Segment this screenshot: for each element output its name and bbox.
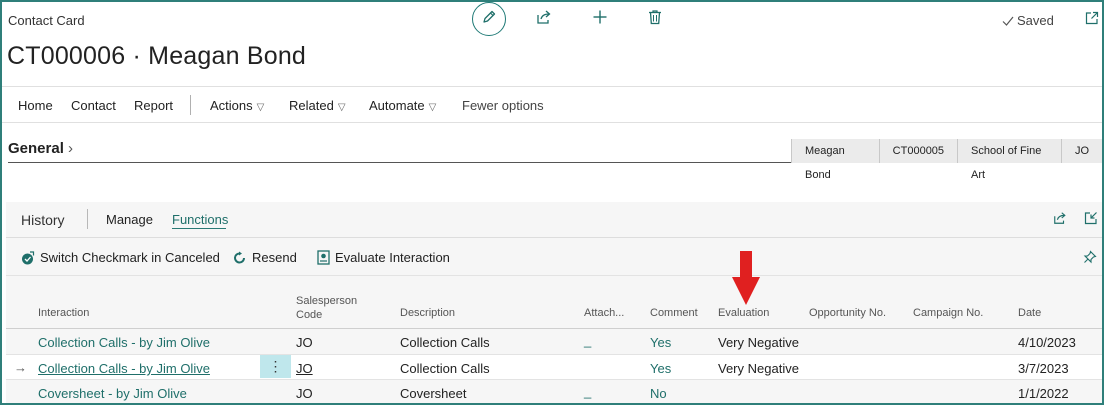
- column-header-date[interactable]: Date: [1018, 307, 1041, 319]
- action-report[interactable]: Report: [134, 98, 173, 113]
- general-fasttab-header[interactable]: General ›: [8, 140, 73, 157]
- column-header-opportunity-no[interactable]: Opportunity No.: [809, 307, 886, 319]
- divider: [6, 328, 1102, 329]
- row3-salesperson[interactable]: JO: [296, 386, 313, 401]
- contact-card-page: Contact Card CT000006 · Meagan Bond Save…: [0, 0, 1104, 405]
- checkmark-icon: [1002, 15, 1014, 27]
- chevron-down-icon: ▽: [337, 102, 346, 113]
- delete-icon: [647, 9, 663, 30]
- row1-evaluation[interactable]: Very Negative: [718, 335, 799, 350]
- row1-interaction-link[interactable]: Collection Calls - by Jim Olive: [38, 335, 210, 350]
- share-button[interactable]: [535, 10, 553, 28]
- edit-icon: [481, 9, 497, 30]
- evaluate-interaction-button[interactable]: Evaluate Interaction: [317, 250, 450, 265]
- action-contact[interactable]: Contact: [71, 98, 116, 113]
- menu-automate[interactable]: Automate ▽: [369, 98, 436, 113]
- pin-button[interactable]: [1083, 250, 1097, 269]
- column-header-salesperson-line2: Code: [296, 309, 323, 321]
- menu-related[interactable]: Related ▽: [289, 98, 346, 113]
- fewer-options-button[interactable]: Fewer options: [462, 98, 544, 113]
- row1-description[interactable]: Collection Calls: [400, 335, 490, 350]
- menu-actions-label: Actions: [210, 98, 253, 113]
- resend-button[interactable]: Resend: [233, 250, 297, 265]
- evaluate-icon: [317, 250, 330, 265]
- more-options-icon: ⋮: [268, 358, 283, 374]
- row2-comment[interactable]: Yes: [650, 361, 671, 376]
- open-new-window-button[interactable]: [1085, 11, 1099, 30]
- row3-interaction-link[interactable]: Coversheet - by Jim Olive: [38, 386, 187, 401]
- share-part-button[interactable]: [1053, 211, 1067, 230]
- column-header-comment[interactable]: Comment: [650, 307, 698, 319]
- summary-company-name: School of Fine Art: [957, 139, 1061, 181]
- row1-attachment[interactable]: _: [584, 333, 591, 348]
- new-button[interactable]: [591, 10, 609, 28]
- switch-checkmark-label: Switch Checkmark in Canceled: [40, 250, 220, 265]
- history-title[interactable]: History: [21, 212, 65, 228]
- general-label: General: [8, 140, 64, 157]
- row-marker-arrow-icon: →: [14, 360, 27, 375]
- column-header-salesperson-code[interactable]: Salesperson Code: [296, 294, 357, 322]
- share-icon: [536, 9, 552, 30]
- row2-description[interactable]: Collection Calls: [400, 361, 490, 376]
- row2-date[interactable]: 3/7/2023: [1018, 361, 1069, 376]
- action-home[interactable]: Home: [18, 98, 53, 113]
- chevron-down-icon: ▽: [256, 102, 265, 113]
- row3-attachment[interactable]: _: [584, 384, 591, 399]
- collapse-icon: [1084, 212, 1098, 229]
- column-header-attachment[interactable]: Attach...: [584, 307, 624, 319]
- menu-related-label: Related: [289, 98, 334, 113]
- saved-label: Saved: [1017, 13, 1054, 28]
- collapse-part-button[interactable]: [1084, 211, 1098, 230]
- tab-manage[interactable]: Manage: [106, 212, 153, 227]
- divider: [87, 209, 88, 229]
- delete-button[interactable]: [646, 9, 664, 30]
- page-title: CT000006 · Meagan Bond: [7, 42, 307, 70]
- popout-icon: [1085, 11, 1099, 29]
- summary-name: Meagan Bond: [791, 139, 879, 181]
- share-icon: [1053, 212, 1067, 229]
- divider: [6, 379, 1102, 380]
- row2-interaction-link[interactable]: Collection Calls - by Jim Olive: [38, 361, 210, 376]
- column-header-salesperson-line1: Salesperson: [296, 295, 358, 307]
- summary-salesperson: JO: [1060, 139, 1102, 163]
- divider: [6, 237, 1102, 238]
- resend-label: Resend: [252, 250, 297, 265]
- resend-icon: [233, 251, 247, 265]
- divider: [2, 122, 1102, 123]
- active-tab-indicator: [172, 228, 226, 229]
- menu-automate-label: Automate: [369, 98, 425, 113]
- divider: [2, 86, 1102, 87]
- column-header-interaction[interactable]: Interaction: [38, 307, 89, 319]
- divider: [6, 275, 1102, 276]
- saved-status: Saved: [1002, 13, 1054, 28]
- column-header-campaign-no[interactable]: Campaign No.: [913, 307, 983, 319]
- switch-checkmark-button[interactable]: Switch Checkmark in Canceled: [21, 250, 220, 265]
- pin-icon: [1083, 250, 1097, 268]
- column-header-evaluation[interactable]: Evaluation: [718, 307, 769, 319]
- edit-button[interactable]: [472, 2, 506, 36]
- general-summary-chips: Meagan Bond CT000005 School of Fine Art …: [791, 139, 1102, 181]
- summary-company-no: CT000005: [878, 139, 958, 163]
- column-header-description[interactable]: Description: [400, 307, 455, 319]
- tab-functions[interactable]: Functions: [172, 212, 228, 227]
- divider: [190, 95, 191, 115]
- row2-evaluation[interactable]: Very Negative: [718, 361, 799, 376]
- row1-comment[interactable]: Yes: [650, 335, 671, 350]
- chevron-right-icon: ›: [68, 140, 74, 157]
- chevron-down-icon: ▽: [428, 102, 437, 113]
- add-icon: [592, 9, 608, 30]
- row1-date[interactable]: 4/10/2023: [1018, 335, 1076, 350]
- row3-date[interactable]: 1/1/2022: [1018, 386, 1069, 401]
- evaluate-interaction-label: Evaluate Interaction: [335, 250, 450, 265]
- row2-salesperson[interactable]: JO: [296, 361, 313, 376]
- switch-checkmark-icon: [21, 250, 35, 265]
- red-arrow-icon: [730, 251, 762, 312]
- row1-salesperson[interactable]: JO: [296, 335, 313, 350]
- page-caption: Contact Card: [8, 13, 85, 28]
- row-actions-menu-button[interactable]: ⋮: [260, 355, 291, 378]
- row3-description[interactable]: Coversheet: [400, 386, 466, 401]
- menu-actions[interactable]: Actions ▽: [210, 98, 264, 113]
- row3-comment[interactable]: No: [650, 386, 667, 401]
